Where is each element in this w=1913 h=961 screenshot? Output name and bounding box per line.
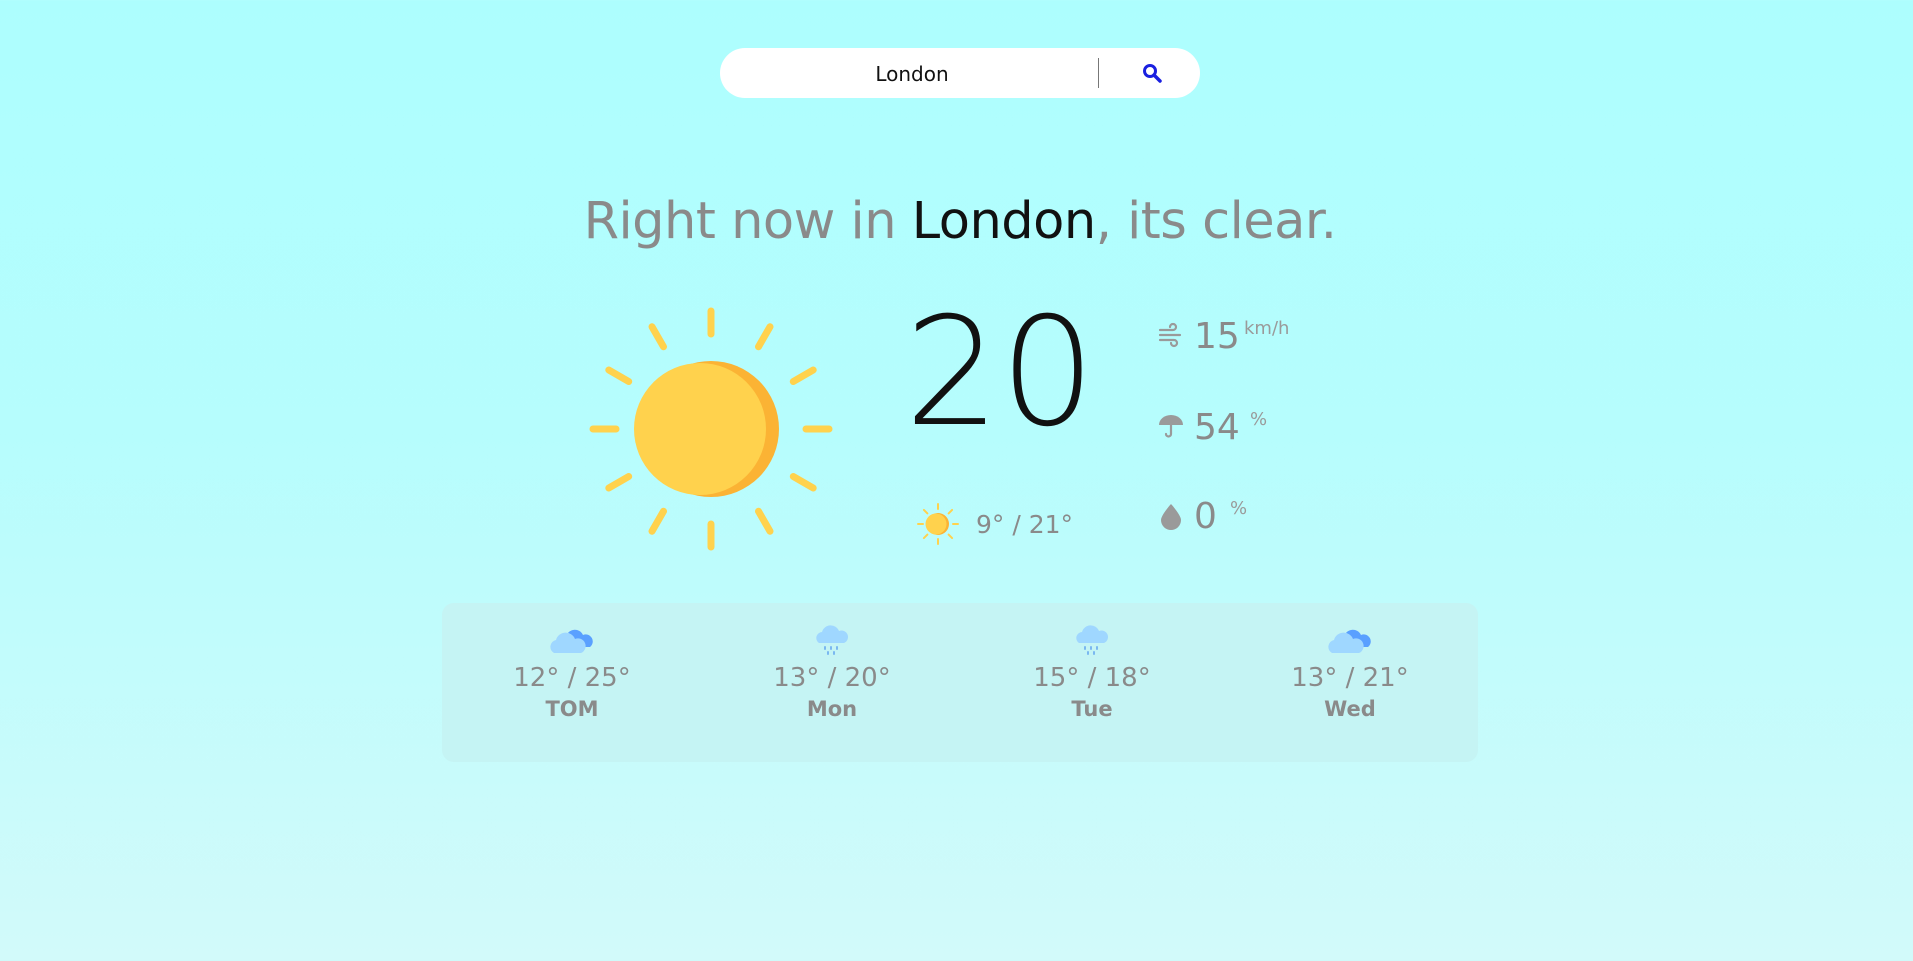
search-icon <box>1143 64 1162 83</box>
search-button[interactable] <box>1112 48 1192 98</box>
forecast-panel: 12° / 25° TOM 13° / 20° Mon 15° / 18° Tu… <box>442 603 1478 762</box>
headline-prefix: Right now in <box>583 192 912 251</box>
precipitation-unit: % <box>1230 498 1248 519</box>
rain-icon <box>1076 625 1108 655</box>
forecast-day: 13° / 20° Mon <box>742 623 922 721</box>
headline-city: London <box>911 192 1096 251</box>
current-temperature: 20 <box>904 286 1096 460</box>
rain-icon <box>816 625 848 655</box>
humidity-value: 54 <box>1194 407 1240 448</box>
forecast-day-name: Tue <box>1071 697 1113 721</box>
search-divider <box>1098 58 1099 88</box>
forecast-day-name: Mon <box>806 697 858 721</box>
forecast-temps: 12° / 25° <box>513 663 631 693</box>
forecast-temps: 15° / 18° <box>1033 663 1151 693</box>
humidity-unit: % <box>1250 409 1268 430</box>
forecast-day-name: TOM <box>545 697 599 721</box>
headline-suffix: , its clear. <box>1095 192 1337 251</box>
sun-icon <box>589 307 833 551</box>
precipitation-value: 0 <box>1194 496 1217 537</box>
forecast-day: 15° / 18° Tue <box>1002 623 1182 721</box>
umbrella-icon <box>1159 415 1183 438</box>
drop-icon <box>1161 504 1181 530</box>
forecast-day-name: Wed <box>1324 697 1376 721</box>
cloudy-icon <box>1328 629 1371 653</box>
forecast-day: 12° / 25° TOM <box>482 623 662 721</box>
wind-icon <box>1158 322 1182 348</box>
forecast-temps: 13° / 21° <box>1291 663 1409 693</box>
wind-value: 15 <box>1194 316 1240 357</box>
page-title: Right now in London, its clear. <box>0 192 1913 251</box>
search-bar <box>720 48 1200 100</box>
small-sun-icon <box>917 503 959 545</box>
search-input[interactable] <box>740 48 1084 100</box>
forecast-day: 13° / 21° Wed <box>1260 623 1440 721</box>
wind-unit: km/h <box>1244 318 1290 339</box>
forecast-temps: 13° / 20° <box>773 663 891 693</box>
cloudy-icon <box>550 629 593 653</box>
today-range-text: 9° / 21° <box>976 510 1074 539</box>
